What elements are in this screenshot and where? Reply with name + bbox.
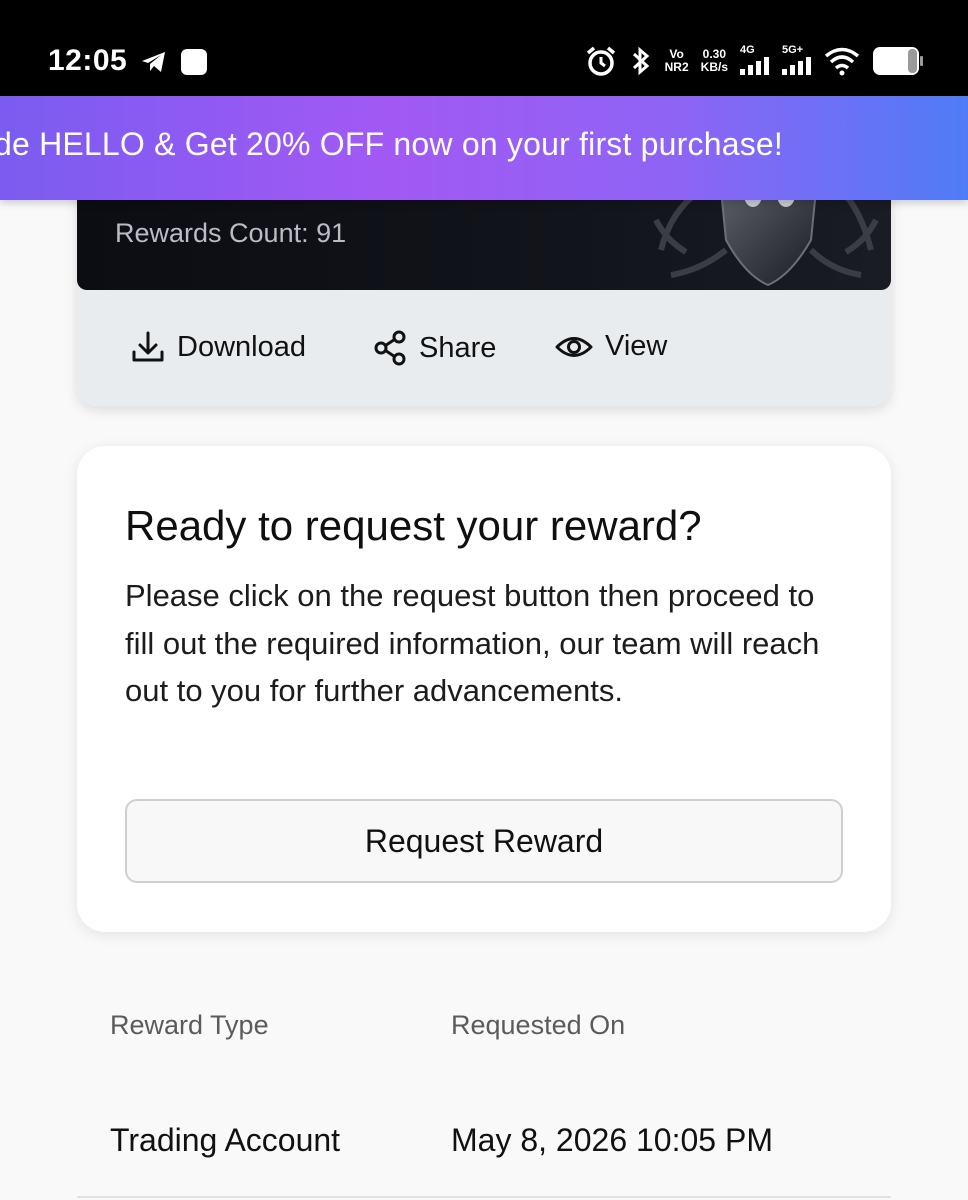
signal-4g: 4G xyxy=(740,44,770,78)
column-header-requested-on: Requested On xyxy=(451,1010,626,1040)
request-reward-description: Please click on the request button then … xyxy=(125,578,820,708)
status-right-icons: Vo NR2 0.30 KB/s 4G 5G+ xyxy=(585,44,924,78)
share-icon xyxy=(374,330,406,366)
download-label: Download xyxy=(177,330,306,363)
signal-5g: 5G+ xyxy=(782,44,812,78)
download-button[interactable]: Download xyxy=(131,330,306,364)
promo-banner[interactable]: ode HELLO & Get 20% OFF now on your firs… xyxy=(0,96,968,200)
table-cell-reward-type: Trading Account xyxy=(110,1122,341,1158)
promo-banner-text: ode HELLO & Get 20% OFF now on your firs… xyxy=(0,126,784,162)
signal-strength-icon xyxy=(740,57,769,75)
network-speed: 0.30 KB/s xyxy=(700,47,728,74)
request-reward-card: Ready to request your reward? Please cli… xyxy=(77,446,891,932)
view-label: View xyxy=(605,330,668,362)
bluetooth-icon xyxy=(632,46,649,76)
signal-strength-icon xyxy=(782,57,811,75)
status-bar: 12:05 Vo NR2 0.30 KB/s 4G 5G+ xyxy=(0,0,968,96)
volte-indicator: Vo NR2 xyxy=(664,47,689,74)
request-reward-button[interactable]: Request Reward xyxy=(125,799,843,883)
download-icon xyxy=(132,331,164,362)
certificate-actions: Download Share View xyxy=(77,290,891,406)
app-notification-icon xyxy=(181,49,207,75)
wifi-icon xyxy=(824,47,860,76)
request-reward-title: Ready to request your reward? xyxy=(125,502,702,549)
eye-icon xyxy=(555,336,593,357)
status-time: 12:05 xyxy=(48,44,128,77)
column-header-reward-type: Reward Type xyxy=(110,1010,269,1040)
alarm-icon xyxy=(586,46,615,76)
telegram-icon xyxy=(142,52,165,72)
status-left-icons xyxy=(140,48,208,76)
battery-icon xyxy=(873,47,923,75)
table-row-divider xyxy=(77,1196,891,1198)
table-cell-requested-on: May 8, 2026 10:05 PM xyxy=(451,1122,773,1158)
view-button[interactable]: View xyxy=(555,330,667,363)
rewards-count: Rewards Count: 91 xyxy=(115,218,347,248)
share-label: Share xyxy=(419,331,497,364)
share-button[interactable]: Share xyxy=(373,330,496,366)
